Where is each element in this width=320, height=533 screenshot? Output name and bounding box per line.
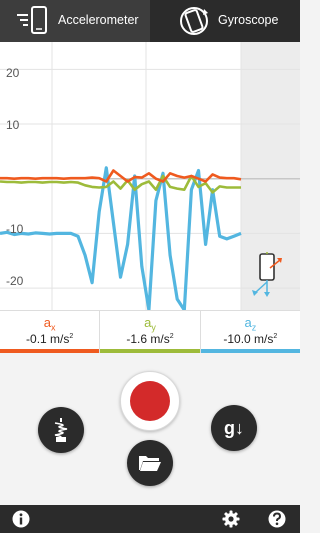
gear-icon[interactable]: [222, 510, 240, 528]
y-tick-20: 20: [6, 66, 20, 80]
readout-az: az -10.0 m/s2: [200, 311, 300, 353]
readout-ay-number: -1.6 m/s: [126, 332, 170, 346]
readout-az-bar: [200, 349, 300, 353]
readout-ax-value: -0.1 m/s2: [0, 332, 99, 346]
info-icon[interactable]: [12, 510, 30, 528]
readout-ax-symbol: a: [43, 315, 52, 330]
bottom-bar: [0, 505, 300, 533]
readout-ax: ax -0.1 m/s2: [0, 311, 101, 353]
phone-axes-icon[interactable]: [248, 252, 282, 300]
tab-accelerometer[interactable]: Accelerometer: [0, 0, 150, 42]
y-tick-minus-10: -10: [6, 222, 24, 236]
open-folder-button[interactable]: [127, 440, 173, 486]
series-line-ax: [0, 169, 242, 183]
spring-icon: [54, 418, 68, 442]
readout-az-unit-exp: 2: [273, 333, 278, 340]
readout-az-symbol: a: [244, 315, 252, 330]
readout-az-number: -10.0 m/s: [223, 332, 274, 346]
readout-ax-label: ax: [0, 315, 99, 333]
readout-ay: ay -1.6 m/s2: [100, 311, 201, 353]
phone-accelerometer-icon: [17, 6, 47, 34]
phone-rotate-icon: [180, 7, 208, 35]
readouts-row: ax -0.1 m/s2 ay -1.6 m/s2 az -10.0 m/s2: [0, 310, 300, 353]
spring-button[interactable]: [38, 407, 84, 453]
tab-accelerometer-label: Accelerometer: [58, 13, 139, 27]
gravity-label: g↓: [224, 417, 244, 438]
record-icon: [130, 381, 170, 421]
y-tick-minus-20: -20: [6, 274, 24, 288]
tab-gyroscope[interactable]: Gyroscope: [150, 0, 300, 42]
help-icon[interactable]: [268, 510, 286, 528]
y-tick-10: 10: [6, 118, 20, 132]
gravity-toggle-button[interactable]: g↓: [211, 405, 257, 451]
readout-ax-number: -0.1 m/s: [26, 332, 70, 346]
tab-bar: Accelerometer Gyroscope: [0, 0, 300, 42]
readout-ay-value: -1.6 m/s2: [100, 332, 199, 346]
app-root: Accelerometer Gyroscope 20 10 -10 -20 ax…: [0, 0, 300, 533]
folder-icon: [139, 456, 161, 471]
readout-az-value: -10.0 m/s2: [201, 332, 300, 346]
readout-az-label: az: [201, 315, 300, 333]
tab-gyroscope-label: Gyroscope: [218, 13, 279, 27]
record-button[interactable]: [120, 371, 180, 431]
readout-ay-unit-exp: 2: [169, 333, 174, 340]
accelerometer-plot[interactable]: 20 10 -10 -20: [0, 42, 300, 310]
readout-ax-unit-exp: 2: [69, 333, 74, 340]
readout-ax-bar: [0, 349, 100, 353]
readout-ay-label: ay: [100, 315, 199, 333]
readout-ay-bar: [100, 349, 200, 353]
